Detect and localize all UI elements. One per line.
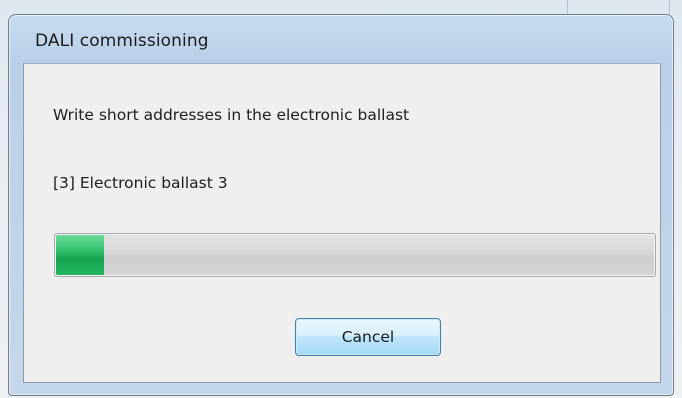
status-message: Write short addresses in the electronic … [53,106,410,124]
background-divider [669,0,670,14]
background-divider [567,0,568,14]
dialog-title: DALI commissioning [35,31,209,51]
dialog-body: Write short addresses in the electronic … [23,63,661,383]
progress-bar-fill [56,235,104,275]
progress-bar [54,233,656,277]
dialog-titlebar[interactable]: DALI commissioning [9,15,673,63]
current-device-label: [3] Electronic ballast 3 [53,174,228,192]
cancel-button[interactable]: Cancel [295,318,441,356]
dali-commissioning-dialog: DALI commissioning Write short addresses… [8,14,674,396]
